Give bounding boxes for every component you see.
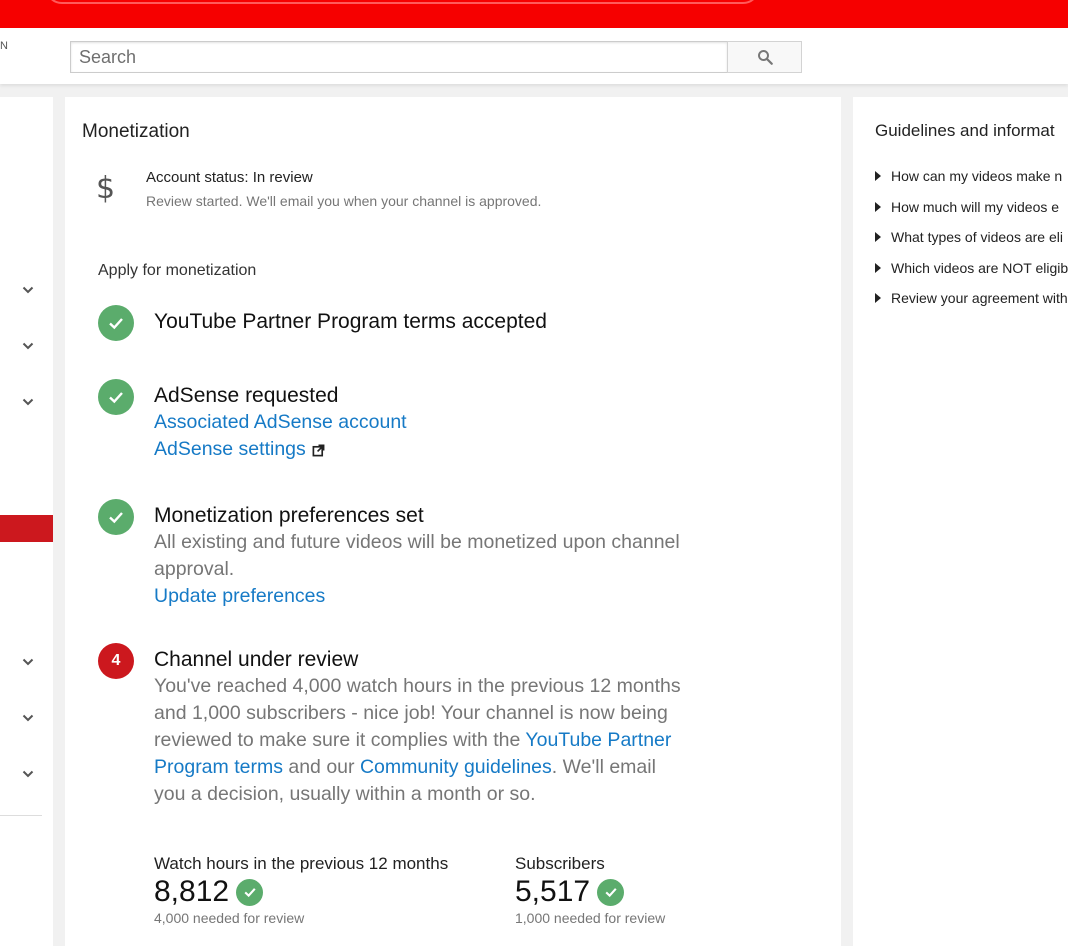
stat-value: 5,517 xyxy=(515,875,591,908)
monetization-panel: Monetization $ Account status: In review… xyxy=(65,97,841,946)
review-text-2: and our xyxy=(282,756,360,778)
chevron-down-icon xyxy=(22,770,34,778)
check-icon xyxy=(109,512,123,524)
step-number-badge: 4 xyxy=(98,643,134,679)
guideline-item[interactable]: Review your agreement with xyxy=(875,283,1068,314)
guideline-item-label: How much will my videos e xyxy=(891,198,1060,215)
chevron-down-icon xyxy=(22,286,34,294)
stat-value: 8,812 xyxy=(154,875,230,908)
step-title: Channel under review xyxy=(154,648,359,671)
apply-heading: Apply for monetization xyxy=(98,262,257,279)
check-icon xyxy=(109,318,123,330)
stat-check-badge xyxy=(597,878,625,906)
step-title: Monetization preferences set xyxy=(154,504,424,527)
search-button[interactable] xyxy=(727,41,802,73)
search-input[interactable] xyxy=(70,41,728,73)
triangle-right-icon xyxy=(875,262,881,273)
associated-adsense-link[interactable]: Associated AdSense account xyxy=(154,409,684,436)
guideline-item-label: How can my videos make n xyxy=(891,168,1063,185)
stat-label: Watch hours in the previous 12 months xyxy=(154,854,449,873)
sidebar-expand-5[interactable] xyxy=(18,710,38,726)
sidebar-expand-3[interactable] xyxy=(18,394,38,410)
guideline-item[interactable]: What types of videos are eli xyxy=(875,222,1068,253)
sidebar-item-active[interactable] xyxy=(0,515,53,542)
external-link-icon[interactable] xyxy=(312,444,325,457)
guideline-item-label: What types of videos are eli xyxy=(891,229,1063,246)
step-description: All existing and future videos will be m… xyxy=(154,531,680,580)
sidebar-expand-4[interactable] xyxy=(18,654,38,670)
step-complete-badge xyxy=(98,499,134,535)
step-description: You've reached 4,000 watch hours in the … xyxy=(154,673,684,808)
page-title: Monetization xyxy=(82,121,190,142)
sidebar-expand-6[interactable] xyxy=(18,766,38,782)
triangle-right-icon xyxy=(875,201,881,212)
guideline-item-label: Which videos are NOT eligib xyxy=(891,259,1068,276)
top-brand-bar xyxy=(0,0,1068,28)
stat-label: Subscribers xyxy=(515,854,605,873)
sidebar-divider xyxy=(0,815,42,816)
guidelines-title: Guidelines and informat xyxy=(875,121,1055,140)
check-icon xyxy=(244,888,256,898)
sidebar xyxy=(0,97,53,946)
guideline-item-label: Review your agreement with xyxy=(891,290,1068,307)
account-status-subtext: Review started. We'll email you when you… xyxy=(146,193,542,209)
header-cut-label: N xyxy=(0,40,8,52)
update-preferences-link[interactable]: Update preferences xyxy=(154,583,684,610)
account-status: Account status: In review xyxy=(146,169,313,186)
step-title: YouTube Partner Program terms accepted xyxy=(154,310,547,333)
step-complete-badge xyxy=(98,379,134,415)
stat-note: 1,000 needed for review xyxy=(515,910,666,926)
chevron-down-icon xyxy=(22,398,34,406)
search-icon xyxy=(757,50,773,65)
guideline-item[interactable]: How much will my videos e xyxy=(875,192,1068,223)
triangle-right-icon xyxy=(875,171,881,182)
guidelines-panel: Guidelines and informat How can my video… xyxy=(853,97,1068,946)
sidebar-expand-1[interactable] xyxy=(18,282,38,298)
community-guidelines-link[interactable]: Community guidelines xyxy=(360,756,552,778)
header: N xyxy=(0,28,1068,84)
chevron-down-icon xyxy=(22,658,34,666)
stat-watch-hours: Watch hours in the previous 12 months 8,… xyxy=(154,854,448,926)
adsense-settings-link[interactable]: AdSense settings xyxy=(154,438,306,460)
guideline-item[interactable]: How can my videos make n xyxy=(875,161,1068,192)
stat-subscribers: Subscribers 5,517 1,000 needed for revie… xyxy=(515,854,665,926)
chevron-down-icon xyxy=(22,714,34,722)
guideline-item[interactable]: Which videos are NOT eligib xyxy=(875,253,1068,284)
triangle-right-icon xyxy=(875,232,881,243)
guidelines-list: How can my videos make n How much will m… xyxy=(875,161,1068,314)
check-icon xyxy=(109,392,123,404)
step-title: AdSense requested xyxy=(154,384,339,407)
check-icon xyxy=(605,888,617,898)
dollar-icon: $ xyxy=(96,171,116,206)
chevron-down-icon xyxy=(22,342,34,350)
top-bar-pill xyxy=(45,0,760,4)
step-complete-badge xyxy=(98,305,134,341)
stat-note: 4,000 needed for review xyxy=(154,910,305,926)
triangle-right-icon xyxy=(875,293,881,304)
stat-check-badge xyxy=(236,878,264,906)
sidebar-expand-2[interactable] xyxy=(18,338,38,354)
review-stats: Watch hours in the previous 12 months 8,… xyxy=(154,854,714,934)
